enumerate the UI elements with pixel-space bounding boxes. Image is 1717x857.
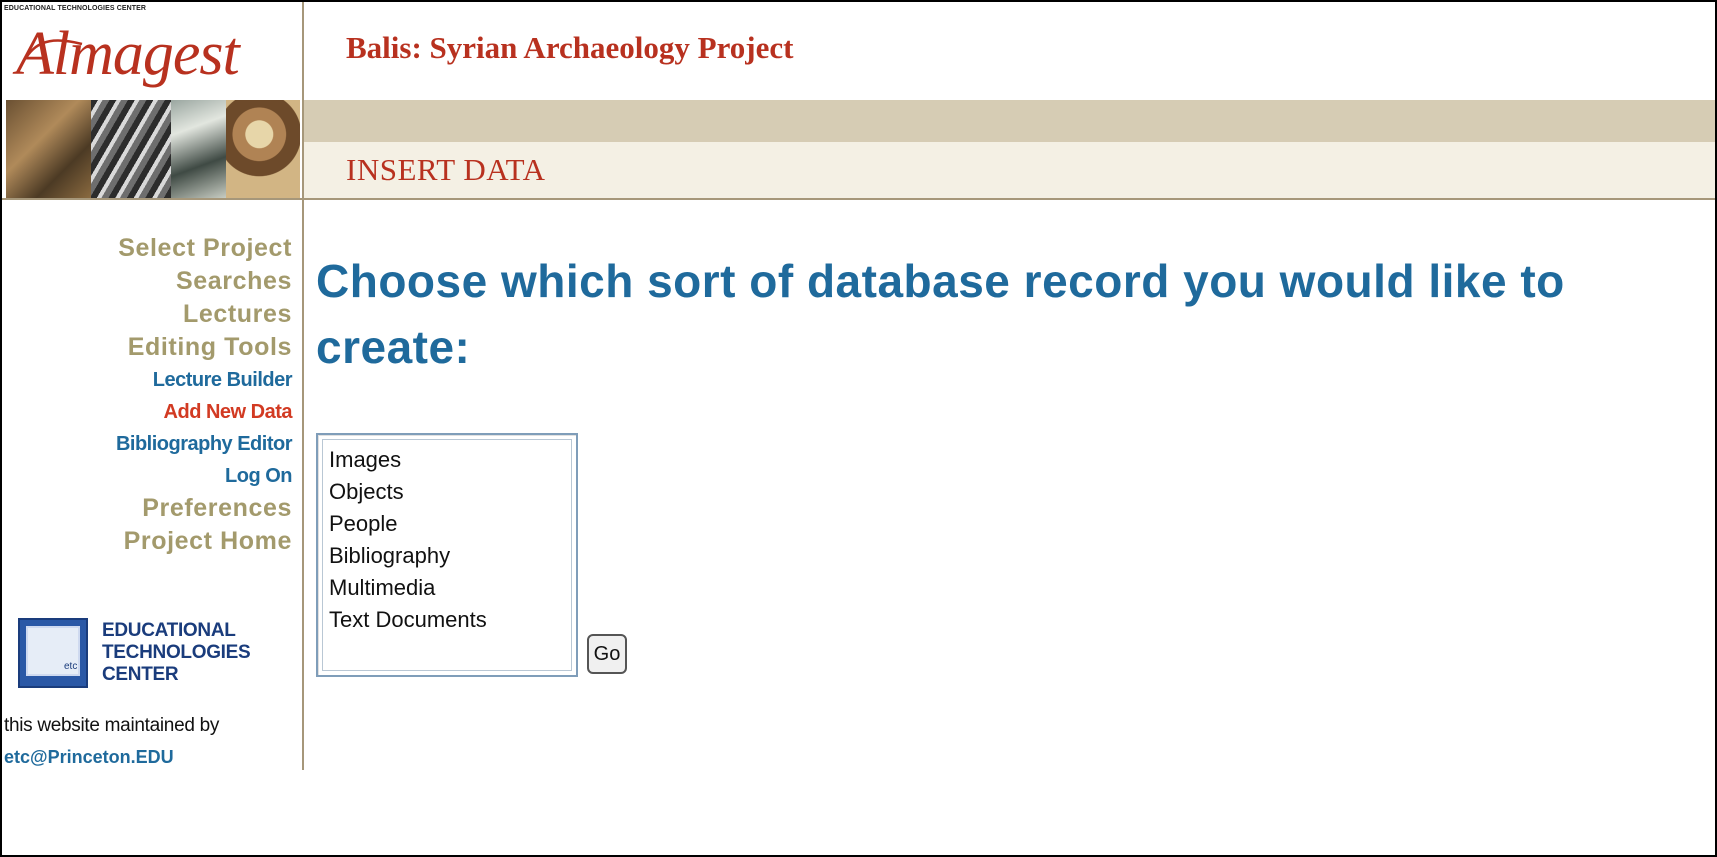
etc-logo-line3: CENTER (102, 664, 179, 685)
title-bar: Balis: Syrian Archaeology Project (304, 2, 1715, 100)
sidebar-item-preferences[interactable]: Preferences (116, 492, 292, 525)
almagest-logo-text: Almagest (16, 20, 240, 88)
main-content: Choose which sort of database record you… (316, 200, 1715, 855)
page-heading: Choose which sort of database record you… (316, 255, 1565, 373)
go-button[interactable]: Go (587, 634, 627, 674)
logo-picture-columns (6, 100, 91, 198)
sidebar-item-add-new-data[interactable]: Add New Data (116, 396, 293, 428)
sidebar: Select Project Searches Lectures Editing… (2, 200, 304, 770)
etc-logo-line2: TECHNOLOGIES (102, 642, 251, 663)
list-option-multimedia[interactable]: Multimedia (323, 572, 571, 604)
sidebar-item-select-project[interactable]: Select Project (116, 232, 292, 265)
section-title: INSERT DATA (346, 152, 546, 187)
sidebar-item-project-home[interactable]: Project Home (116, 525, 292, 558)
sidebar-item-lectures[interactable]: Lectures (116, 298, 292, 331)
project-title: Balis: Syrian Archaeology Project (346, 30, 794, 65)
etc-logo-icon: etc (18, 618, 88, 688)
sidebar-nav: Select Project Searches Lectures Editing… (116, 232, 293, 558)
sidebar-item-log-on[interactable]: Log On (116, 460, 292, 492)
list-option-people[interactable]: People (323, 508, 571, 540)
etc-logo-box-text: etc (64, 661, 78, 672)
header-band (304, 100, 1715, 142)
sidebar-item-editing-tools[interactable]: Editing Tools (116, 331, 292, 364)
etc-small-label: EDUCATIONAL TECHNOLOGIES CENTER (4, 5, 147, 12)
sidebar-item-searches[interactable]: Searches (116, 265, 292, 298)
record-type-listbox[interactable]: Images Objects People Bibliography Multi… (316, 433, 578, 677)
sidebar-item-bibliography-editor[interactable]: Bibliography Editor (116, 428, 293, 460)
contact-email-link[interactable]: etc@Princeton.EDU (4, 747, 174, 768)
logo-picture-manuscript (91, 100, 171, 198)
section-bar: INSERT DATA (304, 142, 1715, 200)
etc-logo[interactable]: etc EDUCATIONAL TECHNOLOGIES CENTER (18, 618, 298, 698)
logo-picture-portrait (226, 100, 300, 198)
list-option-bibliography[interactable]: Bibliography (323, 540, 571, 572)
logo-picture-strip (6, 100, 300, 198)
list-option-images[interactable]: Images (323, 444, 571, 476)
sidebar-item-lecture-builder[interactable]: Lecture Builder (116, 364, 293, 396)
list-option-objects[interactable]: Objects (323, 476, 571, 508)
etc-logo-line1: EDUCATIONAL (102, 620, 236, 641)
site-logo[interactable]: EDUCATIONAL TECHNOLOGIES CENTER Almagest (2, 2, 304, 200)
list-option-text-documents[interactable]: Text Documents (323, 604, 571, 636)
page-frame: EDUCATIONAL TECHNOLOGIES CENTER Almagest… (0, 0, 1717, 857)
maintained-text: this website maintained by (4, 715, 220, 736)
etc-logo-name: EDUCATIONAL TECHNOLOGIES CENTER (102, 620, 251, 686)
logo-picture-landscape (171, 100, 226, 198)
